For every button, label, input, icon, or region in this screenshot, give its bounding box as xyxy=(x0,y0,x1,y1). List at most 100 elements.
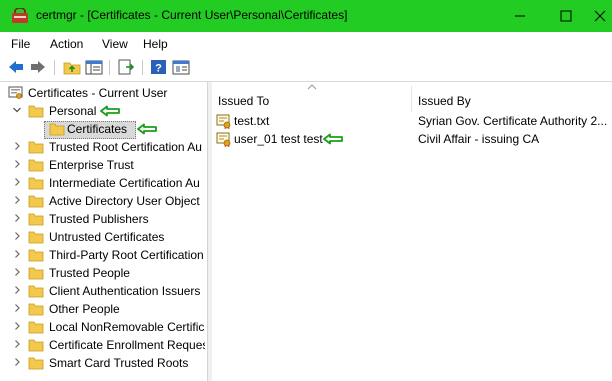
tree-item[interactable]: Enterprise Trust xyxy=(5,156,205,174)
chevron-right-icon[interactable] xyxy=(12,249,22,259)
tree-item[interactable]: Smart Card Trusted Roots xyxy=(5,354,205,372)
tree-item-label: Certificate Enrollment Reques xyxy=(49,338,205,352)
tree-item[interactable]: Trusted Publishers xyxy=(5,210,205,228)
table-row[interactable]: user_01 test test Civil Affair - issuing… xyxy=(212,130,612,148)
tree-item-label: Certificates xyxy=(67,122,128,136)
folder-icon xyxy=(28,285,44,298)
tree-item-label: Smart Card Trusted Roots xyxy=(49,356,189,370)
tree-item[interactable]: Certificate Enrollment Reques xyxy=(5,336,205,354)
issued-to-cell: test.txt xyxy=(234,114,270,128)
folder-icon xyxy=(28,195,44,208)
tree-item[interactable]: Active Directory User Object xyxy=(5,192,205,210)
tree-item[interactable]: Trusted Root Certification Au xyxy=(5,138,205,156)
console-tree[interactable]: Certificates - Current User Personal Cer… xyxy=(5,84,205,381)
tree-item-label: Personal xyxy=(49,104,97,118)
tree-item[interactable]: Intermediate Certification Au xyxy=(5,174,205,192)
tree-item-label: Local NonRemovable Certific xyxy=(49,320,205,334)
tree-item[interactable]: Other People xyxy=(5,300,205,318)
chevron-right-icon[interactable] xyxy=(12,357,22,367)
chevron-right-icon[interactable] xyxy=(12,267,22,277)
folder-open-icon xyxy=(28,105,44,118)
certmgr-app-icon xyxy=(12,8,28,23)
menu-view[interactable]: View xyxy=(102,37,128,51)
folder-icon xyxy=(28,357,44,370)
chevron-right-icon[interactable] xyxy=(12,339,22,349)
tree-item[interactable]: Client Authentication Issuers xyxy=(5,282,205,300)
certificate-icon xyxy=(216,132,231,147)
green-arrow-annotation-icon xyxy=(137,123,157,135)
toolbar-separator xyxy=(142,60,143,75)
up-folder-icon[interactable] xyxy=(63,59,81,75)
issued-to-cell: user_01 test test xyxy=(234,132,323,146)
folder-icon xyxy=(28,321,44,334)
menu-file[interactable]: File xyxy=(11,37,30,51)
maximize-icon[interactable] xyxy=(543,0,589,32)
green-arrow-annotation-icon xyxy=(100,105,120,117)
tree-item-label: Third-Party Root Certification xyxy=(49,248,204,262)
tree-item-personal[interactable]: Personal xyxy=(5,102,205,120)
close-icon[interactable] xyxy=(589,0,612,32)
tree-item-label: Trusted People xyxy=(49,266,130,280)
forward-icon[interactable] xyxy=(29,59,47,75)
properties-icon[interactable] xyxy=(172,59,190,75)
chevron-right-icon[interactable] xyxy=(12,213,22,223)
toolbar: ? xyxy=(0,54,612,82)
chevron-right-icon[interactable] xyxy=(12,177,22,187)
chevron-right-icon[interactable] xyxy=(12,195,22,205)
chevron-down-icon[interactable] xyxy=(12,105,22,115)
tree-item-label: Active Directory User Object xyxy=(49,194,200,208)
folder-icon xyxy=(28,249,44,262)
window-title: certmgr - [Certificates - Current User\P… xyxy=(36,8,348,22)
sort-ascending-icon xyxy=(307,84,317,90)
folder-icon xyxy=(28,141,44,154)
tree-root[interactable]: Certificates - Current User xyxy=(5,84,205,102)
folder-icon xyxy=(28,213,44,226)
column-header-issued-to[interactable]: Issued To xyxy=(218,94,269,108)
help-icon[interactable]: ? xyxy=(150,59,168,75)
toolbar-separator xyxy=(54,60,55,75)
folder-icon xyxy=(28,339,44,352)
tree-item[interactable]: Trusted People xyxy=(5,264,205,282)
folder-icon xyxy=(28,231,44,244)
tree-item-label: Untrusted Certificates xyxy=(49,230,165,244)
tree-item[interactable]: Local NonRemovable Certific xyxy=(5,318,205,336)
tree-item-label: Trusted Publishers xyxy=(49,212,149,226)
column-separator[interactable] xyxy=(411,86,412,112)
chevron-right-icon[interactable] xyxy=(12,231,22,241)
folder-icon xyxy=(28,159,44,172)
chevron-right-icon[interactable] xyxy=(12,159,22,169)
folder-icon xyxy=(49,123,65,136)
tree-item-label: Enterprise Trust xyxy=(49,158,134,172)
issued-by-cell: Syrian Gov. Certificate Authority 2... xyxy=(418,114,608,128)
show-hide-tree-icon[interactable] xyxy=(85,59,103,75)
tree-item[interactable]: Untrusted Certificates xyxy=(5,228,205,246)
issued-by-cell: Civil Affair - issuing CA xyxy=(418,132,540,146)
svg-text:?: ? xyxy=(155,63,162,75)
tree-root-label: Certificates - Current User xyxy=(28,86,168,100)
minimize-icon[interactable] xyxy=(497,0,543,32)
folder-icon xyxy=(28,267,44,280)
title-bar[interactable]: certmgr - [Certificates - Current User\P… xyxy=(0,0,612,32)
certificate-list[interactable]: Issued To Issued By test.txt Syrian Gov.… xyxy=(212,82,612,381)
menu-action[interactable]: Action xyxy=(50,37,83,51)
menu-help[interactable]: Help xyxy=(143,37,168,51)
column-header-issued-by[interactable]: Issued By xyxy=(418,94,471,108)
certificate-icon xyxy=(216,114,231,129)
menu-bar: File Action View Help xyxy=(0,32,612,54)
folder-icon xyxy=(28,303,44,316)
chevron-right-icon[interactable] xyxy=(12,141,22,151)
chevron-right-icon[interactable] xyxy=(12,285,22,295)
chevron-right-icon[interactable] xyxy=(12,303,22,313)
folder-icon xyxy=(28,177,44,190)
tree-item-label: Client Authentication Issuers xyxy=(49,284,201,298)
tree-item-certificates[interactable]: Certificates xyxy=(5,120,205,138)
tree-item[interactable]: Third-Party Root Certification xyxy=(5,246,205,264)
export-list-icon[interactable] xyxy=(117,59,135,75)
green-arrow-annotation-icon xyxy=(323,133,343,145)
chevron-right-icon[interactable] xyxy=(12,321,22,331)
certificates-snapin-icon xyxy=(8,86,23,99)
tree-item-label: Trusted Root Certification Au xyxy=(49,140,202,154)
tree-item-label: Other People xyxy=(49,302,120,316)
table-row[interactable]: test.txt Syrian Gov. Certificate Authori… xyxy=(212,112,612,130)
back-icon[interactable] xyxy=(7,59,25,75)
